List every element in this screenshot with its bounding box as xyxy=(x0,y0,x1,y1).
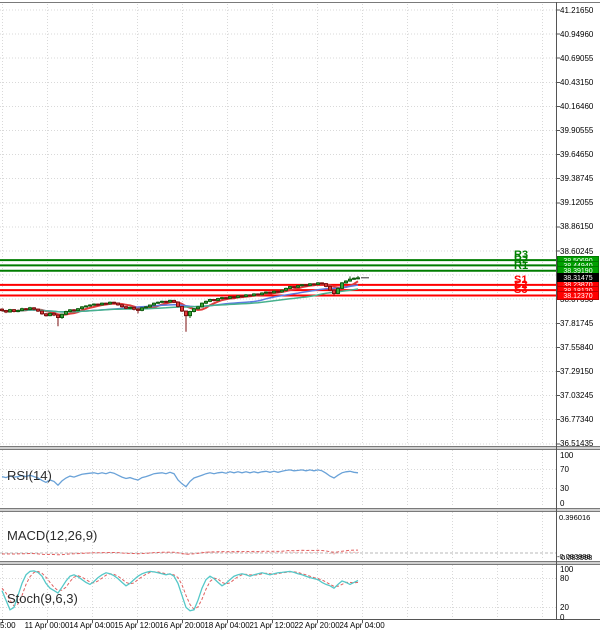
rsi-indicator-label: RSI(14) xyxy=(7,468,52,483)
trading-chart-window: 41.21650 40.94960 40.69055 40.43150 40.16460… xyxy=(0,0,600,634)
macd-scale-top: 0.396016 xyxy=(559,513,591,522)
macd-plot xyxy=(1,549,359,556)
macd-scale-value: 0.083998 xyxy=(561,553,593,562)
macd-indicator-label: MACD(12,26,9) xyxy=(7,528,98,543)
panel-separators xyxy=(0,446,600,565)
stoch-indicator-label: Stoch(9,6,3) xyxy=(7,591,78,606)
pivot-level-lines xyxy=(0,259,556,297)
rsi-line xyxy=(1,469,359,488)
